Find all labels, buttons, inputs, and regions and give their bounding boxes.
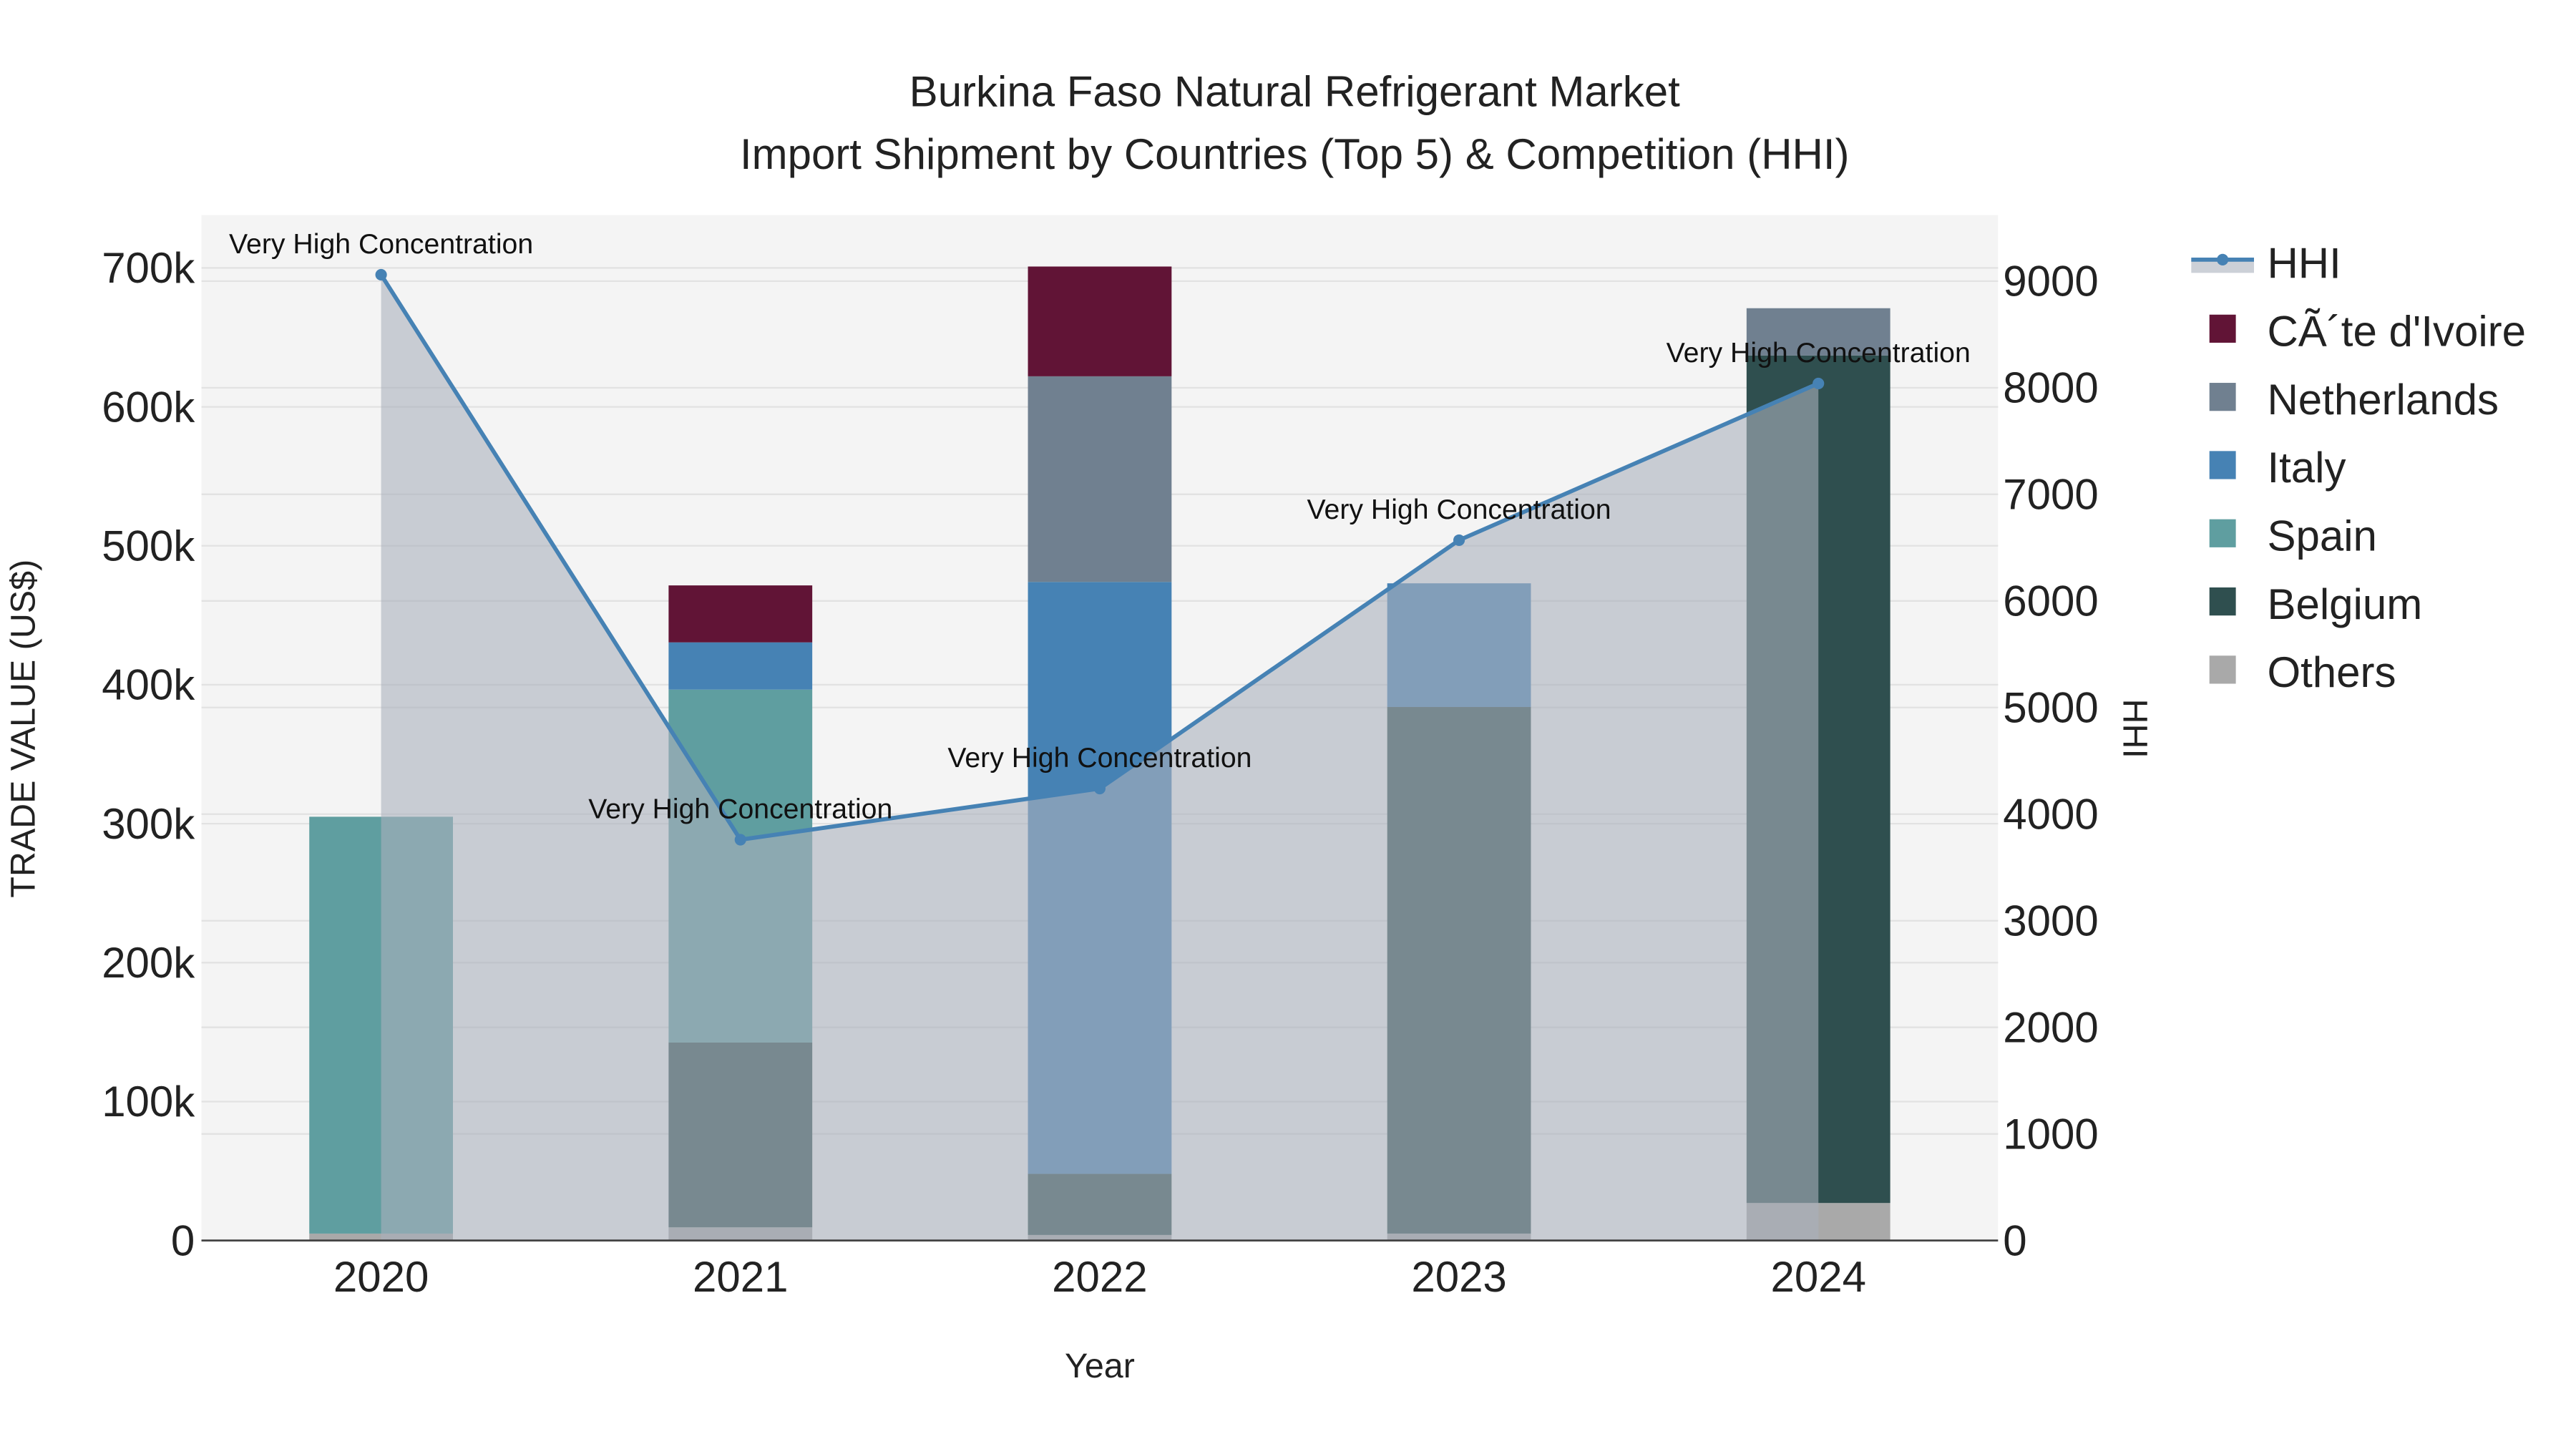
legend-swatch-c-te-d-ivoire: [2209, 314, 2236, 343]
x-tick-label: 2022: [1052, 1253, 1147, 1301]
y-tick-label: 500k: [102, 522, 195, 570]
y2-tick-label: 8000: [2003, 364, 2098, 412]
legend-label: Belgium: [2267, 580, 2422, 628]
y2-tick-label: 6000: [2003, 577, 2098, 625]
y2-tick-label: 7000: [2003, 471, 2098, 519]
legend-swatch-netherlands: [2209, 383, 2236, 411]
y-tick-label: 100k: [102, 1078, 195, 1126]
legend-swatch-spain: [2209, 519, 2236, 547]
y2-tick-label: 9000: [2003, 258, 2098, 306]
x-tick-label: 2020: [333, 1253, 429, 1301]
legend-label: Spain: [2267, 512, 2376, 560]
bar-c-te-d-ivoire-2021: [668, 585, 813, 643]
legend-swatch-others: [2209, 655, 2236, 684]
y-tick-label: 600k: [102, 383, 195, 431]
y2-tick-label: 5000: [2003, 684, 2098, 732]
x-tick-label: 2024: [1770, 1253, 1865, 1301]
legend-swatch-belgium: [2209, 587, 2236, 616]
legend-label: Others: [2267, 648, 2396, 696]
hhi-point-2024: [1813, 377, 1825, 389]
legend-swatch-hhi-marker: [2217, 253, 2229, 265]
hhi-annotation-2024: Very High Concentration: [1667, 337, 1971, 369]
y2-tick-label: 2000: [2003, 1003, 2098, 1051]
x-tick-label: 2021: [693, 1253, 788, 1301]
hhi-annotation-2020: Very High Concentration: [229, 228, 533, 260]
hhi-annotation-2021: Very High Concentration: [588, 794, 892, 825]
y2-axis-label: HHI: [2116, 699, 2155, 758]
legend-label: Italy: [2267, 444, 2346, 492]
bar-italy-2021: [668, 642, 813, 690]
y-tick-label: 300k: [102, 800, 195, 848]
hhi-point-2023: [1453, 534, 1465, 546]
hhi-point-2022: [1093, 782, 1106, 795]
hhi-point-2021: [734, 834, 746, 846]
chart-title: Burkina Faso Natural Refrigerant Market: [909, 67, 1680, 115]
x-axis-label: Year: [1065, 1347, 1135, 1385]
chart: Burkina Faso Natural Refrigerant Market …: [0, 0, 2576, 1449]
y-axis-label: TRADE VALUE (US$): [4, 560, 42, 898]
y2-tick-label: 1000: [2003, 1110, 2098, 1158]
y-tick-label: 400k: [102, 661, 195, 709]
y-tick-label: 0: [171, 1216, 195, 1264]
chart-subtitle: Import Shipment by Countries (Top 5) & C…: [740, 130, 1850, 178]
bar-c-te-d-ivoire-2022: [1028, 266, 1172, 376]
y2-tick-label: 0: [2003, 1216, 2026, 1264]
legend-swatch-italy: [2209, 451, 2236, 479]
y2-tick-label: 4000: [2003, 791, 2098, 839]
y2-tick-label: 3000: [2003, 897, 2098, 945]
legend-label: Netherlands: [2267, 376, 2499, 424]
legend-label: CÃ´te d'Ivoire: [2267, 308, 2526, 356]
y-tick-label: 200k: [102, 939, 195, 987]
hhi-annotation-2022: Very High Concentration: [947, 742, 1252, 774]
y-tick-label: 700k: [102, 244, 195, 292]
bar-netherlands-2022: [1028, 376, 1172, 582]
legend-label: HHI: [2267, 239, 2341, 287]
x-tick-label: 2023: [1411, 1253, 1506, 1301]
hhi-annotation-2023: Very High Concentration: [1307, 494, 1611, 525]
hhi-point-2020: [375, 268, 387, 281]
